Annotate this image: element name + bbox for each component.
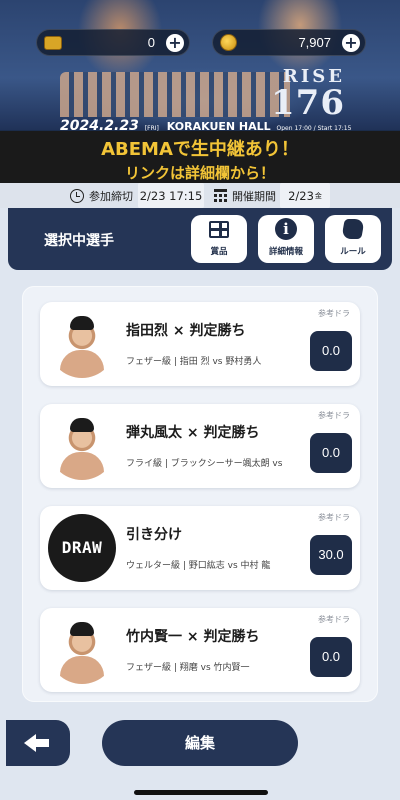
clock-icon bbox=[70, 188, 84, 203]
pick-value: 0.0 bbox=[310, 331, 352, 371]
pick-matchup: ウェルター級 | 野口紘志 vs 中村 龍 bbox=[126, 561, 271, 571]
details-button[interactable]: i 詳細情報 bbox=[258, 215, 314, 263]
pick-card[interactable]: 弾丸風太 × 判定勝ち フライ級 | ブラックシーサー颯太朗 vs 参考ドラ 0… bbox=[40, 404, 360, 488]
pick-card[interactable]: 竹内賢一 × 判定勝ち フェザー級 | 翔磨 vs 竹内賢一 参考ドラ 0.0 bbox=[40, 608, 360, 692]
coin-balance: 7,907 + bbox=[212, 29, 366, 56]
calendar-icon bbox=[214, 189, 227, 202]
deadline-value: 2/23 17:15 bbox=[138, 183, 204, 208]
banner-lineup-image bbox=[60, 72, 290, 117]
pick-matchup: フェザー級 | 指田 烈 vs 野村勇人 bbox=[126, 357, 262, 367]
pick-value: 30.0 bbox=[310, 535, 352, 575]
ticket-amount: 0 bbox=[147, 35, 155, 50]
reference-label: 参考ドラ bbox=[318, 513, 350, 522]
home-indicator bbox=[134, 790, 268, 795]
reference-label: 参考ドラ bbox=[318, 411, 350, 420]
event-logo: RISE 176 bbox=[271, 66, 345, 123]
pick-name: 指田烈 × 判定勝ち bbox=[126, 323, 246, 339]
pick-name: 竹内賢一 × 判定勝ち bbox=[126, 629, 260, 645]
promo-banner: ABEMAで生中継あり！ リンクは詳細欄から！ bbox=[0, 131, 400, 183]
coin-amount: 7,907 bbox=[298, 35, 331, 50]
rules-icon bbox=[341, 219, 365, 239]
event-info-bar: 参加締切 2/23 17:15 開催期間 2/23 金 bbox=[0, 183, 400, 208]
add-ticket-button[interactable]: + bbox=[166, 34, 184, 52]
coin-icon bbox=[220, 34, 237, 51]
pick-value: 0.0 bbox=[310, 433, 352, 473]
fighter-avatar bbox=[48, 412, 116, 480]
fighter-avatar bbox=[48, 616, 116, 684]
event-banner[interactable]: RISE 176 2024.2.23 [FRI] KORAKUEN HALL Op… bbox=[0, 0, 400, 183]
fighter-avatar bbox=[48, 310, 116, 378]
deadline-label: 参加締切 bbox=[70, 183, 133, 208]
draw-avatar: DRAW bbox=[48, 514, 116, 582]
pick-matchup: フェザー級 | 翔磨 vs 竹内賢一 bbox=[126, 663, 250, 673]
back-button[interactable] bbox=[6, 720, 70, 766]
edit-button[interactable]: 編集 bbox=[102, 720, 298, 766]
pick-card[interactable]: DRAW 引き分け ウェルター級 | 野口紘志 vs 中村 龍 参考ドラ 30.… bbox=[40, 506, 360, 590]
ticket-balance: 0 + bbox=[36, 29, 190, 56]
reference-label: 参考ドラ bbox=[318, 309, 350, 318]
pick-name: 弾丸風太 × 判定勝ち bbox=[126, 425, 260, 441]
info-icon: i bbox=[275, 218, 297, 240]
pick-matchup: フライ級 | ブラックシーサー颯太朗 vs bbox=[126, 459, 283, 469]
reference-label: 参考ドラ bbox=[318, 615, 350, 624]
gift-icon bbox=[209, 220, 229, 238]
pick-card[interactable]: 指田烈 × 判定勝ち フェザー級 | 指田 烈 vs 野村勇人 参考ドラ 0.0 bbox=[40, 302, 360, 386]
bottom-bar: 編集 bbox=[0, 712, 400, 800]
ticket-icon bbox=[44, 36, 62, 50]
prize-button[interactable]: 賞品 bbox=[191, 215, 247, 263]
period-label: 開催期間 bbox=[214, 183, 276, 208]
picks-panel: 指田烈 × 判定勝ち フェザー級 | 指田 烈 vs 野村勇人 参考ドラ 0.0… bbox=[22, 286, 378, 702]
pick-value: 0.0 bbox=[310, 637, 352, 677]
selected-fighters-header: 選択中選手 賞品 i 詳細情報 ルール bbox=[8, 208, 392, 270]
section-title: 選択中選手 bbox=[44, 233, 114, 249]
period-value: 2/23 金 bbox=[280, 183, 330, 208]
add-coin-button[interactable]: + bbox=[342, 34, 360, 52]
rules-button[interactable]: ルール bbox=[325, 215, 381, 263]
pick-name: 引き分け bbox=[126, 527, 182, 543]
